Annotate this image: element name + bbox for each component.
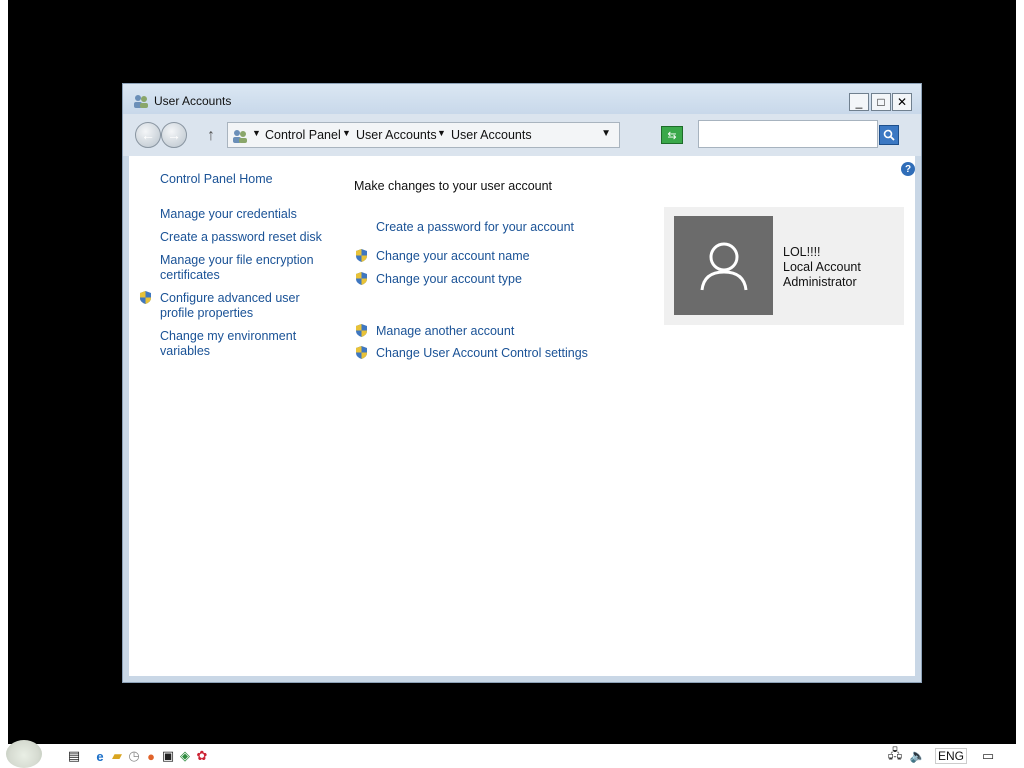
firefox-icon[interactable]: ●: [143, 748, 159, 764]
task-change-uac-settings[interactable]: Change User Account Control settings: [376, 346, 588, 361]
breadcrumb-user-accounts-current[interactable]: User Accounts: [451, 128, 532, 142]
notifications-icon[interactable]: ▭: [980, 748, 996, 764]
window-title: User Accounts: [154, 94, 232, 108]
user-accounts-icon: [134, 95, 148, 108]
sidebar-item-file-encryption[interactable]: Manage your file encryption certificates: [160, 253, 314, 283]
minimize-button[interactable]: _: [849, 93, 869, 111]
forward-arrow-icon: →: [167, 127, 181, 143]
taskbar: ▤ e ▰ ◷ ● ▣ ◈ ✿ 🖧 🔈 ENG ▭: [0, 740, 1024, 768]
account-type: Local Account: [783, 260, 861, 274]
task-create-password[interactable]: Create a password for your account: [376, 220, 574, 235]
address-bar[interactable]: ▼ Control Panel ▼ User Accounts ▼ User A…: [227, 122, 620, 148]
breadcrumb-dropdown-icon[interactable]: ▼: [437, 128, 446, 138]
clock-app-icon[interactable]: ◷: [126, 748, 142, 764]
volume-icon[interactable]: 🔈: [910, 748, 926, 764]
maximize-button[interactable]: □: [871, 93, 891, 111]
breadcrumb-control-panel[interactable]: Control Panel: [265, 128, 341, 142]
content-area: ? Control Panel Home Manage your credent…: [129, 156, 915, 676]
account-panel: LOL!!!! Local Account Administrator: [664, 207, 904, 325]
refresh-button[interactable]: ⇆: [661, 126, 683, 144]
command-prompt-icon[interactable]: ▣: [160, 748, 176, 764]
task-view-icon[interactable]: ▤: [66, 748, 82, 764]
user-accounts-icon: [233, 130, 247, 143]
breadcrumb-dropdown-icon[interactable]: ▼: [252, 128, 261, 138]
file-explorer-icon[interactable]: ▰: [109, 748, 125, 764]
help-icon[interactable]: ?: [901, 162, 915, 176]
uac-shield-icon: [356, 346, 367, 359]
forward-button[interactable]: →: [161, 122, 187, 148]
control-panel-icon[interactable]: ◈: [177, 748, 193, 764]
language-indicator[interactable]: ENG: [935, 748, 967, 764]
network-icon[interactable]: 🖧: [887, 746, 903, 764]
navigation-bar: ← → ↑ ▼ Control Panel ▼ User Accounts ▼ …: [123, 114, 921, 156]
sidebar-item-label: Configure advanced user: [160, 291, 300, 305]
user-silhouette-icon: [700, 242, 747, 290]
sidebar-item-label: profile properties: [160, 306, 254, 320]
search-icon: [883, 129, 895, 141]
breadcrumb-dropdown-icon[interactable]: ▼: [342, 128, 351, 138]
address-history-dropdown-icon[interactable]: ▼: [601, 128, 611, 139]
refresh-icon: ⇆: [667, 129, 677, 142]
uac-shield-icon: [140, 291, 151, 304]
sidebar-item-password-reset-disk[interactable]: Create a password reset disk: [160, 230, 322, 245]
uac-shield-icon: [356, 324, 367, 337]
search-input[interactable]: [698, 120, 878, 148]
task-manage-another-account[interactable]: Manage another account: [376, 324, 514, 339]
up-arrow-icon[interactable]: ↑: [207, 127, 215, 145]
back-arrow-icon: ←: [141, 127, 155, 143]
uac-shield-icon: [356, 272, 367, 285]
sidebar-item-label: certificates: [160, 268, 220, 282]
title-bar[interactable]: User Accounts _ □ ✕: [123, 84, 921, 114]
user-accounts-window: User Accounts _ □ ✕ ← → ↑ ▼ Control Pane…: [122, 83, 922, 683]
close-button[interactable]: ✕: [892, 93, 912, 111]
sidebar-item-advanced-profile[interactable]: Configure advanced user profile properti…: [160, 291, 300, 321]
avatar: [674, 216, 773, 315]
sidebar-item-control-panel-home[interactable]: Control Panel Home: [160, 172, 273, 187]
page-heading: Make changes to your user account: [354, 179, 553, 193]
sidebar-item-environment-variables[interactable]: Change my environment variables: [160, 329, 296, 359]
sidebar-item-label: Manage your file encryption: [160, 253, 314, 267]
desktop-edge-left: [0, 0, 8, 744]
account-name: LOL!!!!: [783, 245, 821, 259]
account-role: Administrator: [783, 275, 857, 289]
uac-shield-icon: [356, 249, 367, 262]
desktop-edge-right: [1016, 0, 1024, 744]
sidebar-item-label: variables: [160, 344, 211, 358]
sidebar-item-manage-credentials[interactable]: Manage your credentials: [160, 207, 297, 222]
back-button[interactable]: ←: [135, 122, 161, 148]
edge-browser-icon[interactable]: e: [92, 748, 108, 764]
sidebar-item-label: Change my environment: [160, 329, 297, 343]
task-change-account-name[interactable]: Change your account name: [376, 249, 530, 264]
task-change-account-type[interactable]: Change your account type: [376, 272, 522, 287]
breadcrumb-user-accounts[interactable]: User Accounts: [356, 128, 437, 142]
start-button[interactable]: [6, 740, 42, 768]
app-icon[interactable]: ✿: [194, 748, 210, 764]
search-button[interactable]: [879, 125, 899, 145]
